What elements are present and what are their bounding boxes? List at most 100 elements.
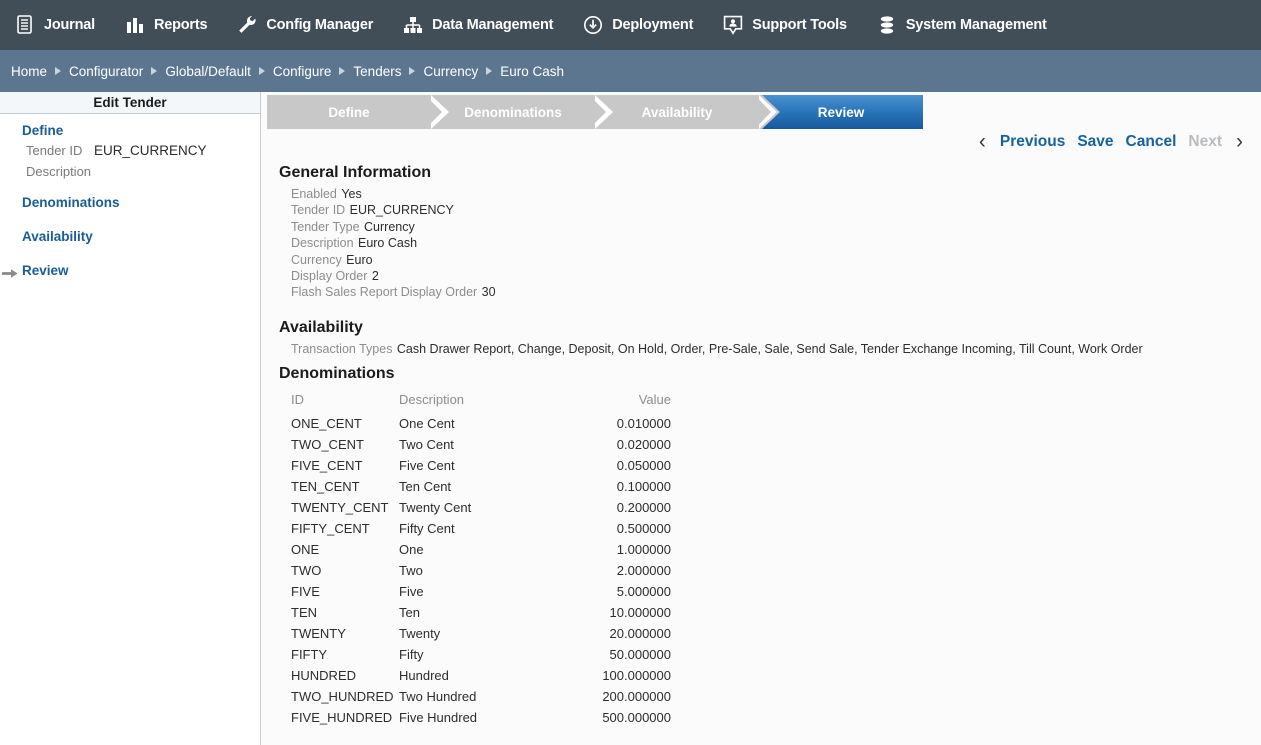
sidebar-item-review-label: Review (22, 263, 69, 278)
breadcrumb-separator-icon (486, 67, 492, 75)
field-tender-id: Tender ID EUR_CURRENCY (279, 202, 1261, 218)
wizard-steps: Define Denominations Availability (267, 95, 923, 129)
breadcrumb: Home Configurator Global/Default Configu… (0, 50, 1261, 92)
nav-item-system-management[interactable]: System Management (876, 0, 1062, 50)
breadcrumb-item-global-default[interactable]: Global/Default (160, 64, 256, 79)
breadcrumb-separator-icon (55, 67, 61, 75)
database-icon (876, 14, 898, 36)
breadcrumb-item-configurator[interactable]: Configurator (64, 64, 148, 79)
sidebar: Edit Tender Define Tender ID EUR_CURRENC… (0, 92, 261, 745)
cancel-button[interactable]: Cancel (1120, 133, 1183, 151)
cell-id: FIFTY_CENT (291, 518, 399, 539)
cell-description: Five (399, 581, 581, 602)
wizard-step-availability[interactable]: Availability (595, 95, 759, 129)
table-row: FIFTY_CENTFifty Cent0.500000 (291, 518, 671, 539)
table-row: FIVEFive5.000000 (291, 581, 671, 602)
sidebar-field-tender-id-label: Tender ID (26, 140, 94, 161)
nav-item-reports[interactable]: Reports (124, 0, 222, 50)
field-tender-type-label: Tender Type (291, 220, 360, 234)
general-information-block: General Information Enabled Yes Tender I… (279, 164, 1261, 301)
cell-id: FIFTY (291, 644, 399, 665)
cell-id: TWENTY_CENT (291, 497, 399, 518)
cell-value: 20.000000 (581, 623, 671, 644)
table-row: TWENTY_CENTTwenty Cent0.200000 (291, 497, 671, 518)
cell-id: TWENTY (291, 623, 399, 644)
chevron-right-icon (595, 95, 617, 129)
breadcrumb-separator-icon (259, 67, 265, 75)
cell-id: TEN (291, 602, 399, 623)
breadcrumb-item-home[interactable]: Home (6, 64, 52, 79)
sidebar-item-review[interactable]: Review (0, 262, 260, 280)
next-button: Next (1182, 133, 1228, 151)
journal-book-icon (14, 14, 36, 36)
field-description: Description Euro Cash (279, 235, 1261, 251)
cell-value: 0.010000 (581, 413, 671, 434)
cell-id: TEN_CENT (291, 476, 399, 497)
sidebar-item-denominations[interactable]: Denominations (0, 194, 260, 212)
cell-id: HUNDRED (291, 665, 399, 686)
cell-id: TWO_CENT (291, 434, 399, 455)
nav-item-deployment-label: Deployment (612, 17, 693, 33)
cell-description: Fifty Cent (399, 518, 581, 539)
sidebar-item-define[interactable]: Define (0, 122, 260, 140)
main-panel: Define Denominations Availability (261, 92, 1261, 745)
cloud-download-icon (582, 14, 604, 36)
field-currency: Currency Euro (279, 252, 1261, 268)
wizard-step-define-label: Define (328, 105, 369, 120)
field-display-order-label: Display Order (291, 269, 367, 283)
cell-value: 0.100000 (581, 476, 671, 497)
cell-id: TWO (291, 560, 399, 581)
field-tender-id-value: EUR_CURRENCY (350, 203, 454, 217)
nav-item-data-management-label: Data Management (432, 17, 553, 33)
breadcrumb-item-currency[interactable]: Currency (418, 64, 483, 79)
wizard-step-availability-label: Availability (642, 105, 713, 120)
user-badge-icon (722, 14, 744, 36)
sidebar-field-tender-id: Tender ID EUR_CURRENCY (0, 140, 260, 161)
cell-value: 200.000000 (581, 686, 671, 707)
nav-item-journal[interactable]: Journal (14, 0, 110, 50)
cell-description: Twenty (399, 623, 581, 644)
cell-description: Five Cent (399, 455, 581, 476)
wizard-step-define[interactable]: Define (267, 95, 431, 129)
save-button[interactable]: Save (1071, 133, 1119, 151)
denominations-block: Denominations ID Description Value ONE_C… (279, 365, 1261, 728)
arrow-right-icon (2, 266, 18, 277)
wizard-step-review[interactable]: Review (759, 95, 923, 129)
nav-item-data-management[interactable]: Data Management (402, 0, 568, 50)
table-row: ONE_CENTOne Cent0.010000 (291, 413, 671, 434)
column-header-value: Value (581, 389, 671, 413)
sidebar-field-tender-id-value: EUR_CURRENCY (94, 140, 207, 161)
cell-id: FIVE_CENT (291, 455, 399, 476)
column-header-description: Description (399, 389, 581, 413)
cell-description: Ten (399, 602, 581, 623)
sitemap-icon (402, 14, 424, 36)
field-enabled: Enabled Yes (279, 186, 1261, 202)
cell-id: FIVE_HUNDRED (291, 707, 399, 728)
cell-description: Five Hundred (399, 707, 581, 728)
field-transaction-types: Transaction Types Cash Drawer Report, Ch… (279, 341, 1261, 357)
cell-description: Twenty Cent (399, 497, 581, 518)
chevron-right-icon[interactable]: › (1228, 131, 1251, 152)
field-description-value: Euro Cash (358, 236, 417, 250)
nav-item-deployment[interactable]: Deployment (582, 0, 708, 50)
table-row: FIVE_CENTFive Cent0.050000 (291, 455, 671, 476)
breadcrumb-item-configure[interactable]: Configure (268, 64, 337, 79)
nav-item-support-tools[interactable]: Support Tools (722, 0, 862, 50)
previous-button[interactable]: Previous (994, 133, 1071, 151)
field-tender-type: Tender Type Currency (279, 219, 1261, 235)
field-flash-sales-report-display-order-value: 30 (482, 285, 496, 299)
table-row: HUNDREDHundred100.000000 (291, 665, 671, 686)
availability-block: Availability Transaction Types Cash Draw… (279, 319, 1261, 357)
sidebar-field-description-label: Description (26, 161, 94, 182)
cell-value: 100.000000 (581, 665, 671, 686)
nav-item-config-manager[interactable]: Config Manager (236, 0, 388, 50)
wizard-step-denominations[interactable]: Denominations (431, 95, 595, 129)
breadcrumb-item-tenders[interactable]: Tenders (348, 64, 406, 79)
sidebar-item-availability[interactable]: Availability (0, 228, 260, 246)
table-row: TENTen10.000000 (291, 602, 671, 623)
cell-id: ONE_CENT (291, 413, 399, 434)
sidebar-item-define-label: Define (22, 123, 63, 138)
nav-item-support-tools-label: Support Tools (752, 17, 847, 33)
chevron-left-icon[interactable]: ‹ (971, 131, 994, 152)
cell-id: FIVE (291, 581, 399, 602)
